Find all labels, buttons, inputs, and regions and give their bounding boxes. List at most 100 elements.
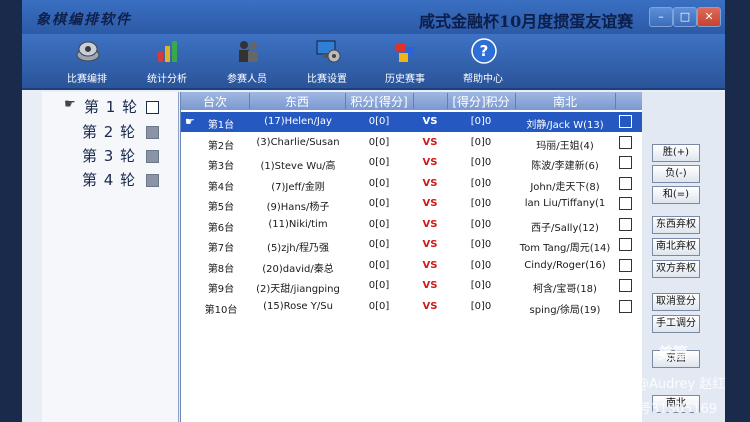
toolbar-label: 比赛设置 bbox=[307, 74, 347, 85]
row-checkbox[interactable] bbox=[619, 258, 632, 272]
window-title: 咸式金融杯10月度掼蛋友谊赛 bbox=[419, 12, 634, 31]
header-east-west: 东西 bbox=[249, 93, 346, 109]
cell-ns-score: [0]0 bbox=[470, 218, 492, 230]
cell-ns-score: [0]0 bbox=[470, 239, 492, 250]
lose-button[interactable]: 负(-) bbox=[652, 165, 700, 183]
cell-ns-score: [0]0 bbox=[470, 198, 492, 209]
cell-vs: VS bbox=[422, 218, 438, 230]
round-indicator bbox=[146, 101, 159, 114]
cell-ew-score: 0[0] bbox=[368, 136, 390, 148]
win-button[interactable]: 胜(+) bbox=[652, 144, 700, 162]
row-checkbox[interactable] bbox=[619, 238, 632, 251]
row-checkbox[interactable] bbox=[619, 197, 632, 210]
toolbar-item-participants[interactable]: 参赛人员 bbox=[212, 36, 282, 86]
cell-table-no: 第7台 bbox=[207, 243, 235, 254]
cell-vs: VS bbox=[422, 157, 438, 168]
cell-north-south: John/走天下(8) bbox=[530, 181, 600, 193]
title-bar: 象棋编排软件 咸式金融杯10月度掼蛋友谊赛 – □ ✕ bbox=[22, 0, 725, 34]
cell-north-south: 西子/Sally(12) bbox=[531, 222, 599, 234]
cell-ns-score: [0]0 bbox=[470, 116, 492, 127]
cell-table-no: 第1台 bbox=[207, 120, 235, 131]
cell-east-west: (5)zjh/程乃强 bbox=[267, 243, 329, 254]
toolbar-label: 比赛编排 bbox=[67, 74, 107, 85]
manual-adjust-button[interactable]: 手工调分 bbox=[652, 315, 700, 333]
toolbar-item-history[interactable]: 历史赛事 bbox=[370, 36, 440, 86]
row-checkbox[interactable] bbox=[619, 217, 632, 231]
cell-table-no: 第3台 bbox=[207, 161, 235, 172]
cell-ew-score: 0[0] bbox=[368, 116, 390, 127]
table-row[interactable]: 第9台 (2)天甜/jiangping 0[0] VS [0]0 柯含/宝哥(18) bbox=[181, 276, 643, 296]
row-checkbox[interactable] bbox=[619, 279, 632, 292]
schedule-icon bbox=[76, 41, 100, 62]
table-row[interactable]: 第3台 (1)Steve Wu/高 0[0] VS [0]0 陈波/李建新(6) bbox=[181, 153, 643, 173]
east-west-forfeit-button[interactable]: 东西弃权 bbox=[652, 216, 700, 234]
cell-ns-score: [0]0 bbox=[470, 259, 492, 271]
svg-text:?: ? bbox=[480, 42, 489, 60]
draw-button[interactable]: 和(=) bbox=[652, 186, 700, 204]
row-checkbox[interactable] bbox=[619, 299, 632, 313]
round-item-3[interactable]: 第 3 轮 bbox=[42, 143, 178, 167]
toolbar-label: 参赛人员 bbox=[227, 74, 267, 85]
cell-vs: VS bbox=[422, 239, 438, 250]
cell-north-south: Tom Tang/周元(14) bbox=[519, 243, 611, 254]
cell-vs: VS bbox=[422, 280, 438, 291]
cell-ew-score: 0[0] bbox=[368, 259, 390, 271]
toolbar-item-statistics[interactable]: 统计分析 bbox=[132, 36, 202, 86]
app-logo: 象棋编排软件 bbox=[36, 12, 132, 28]
table-row[interactable]: 第7台 (5)zjh/程乃强 0[0] VS [0]0 Tom Tang/周元(14) bbox=[181, 235, 643, 255]
round-indicator bbox=[146, 150, 159, 163]
match-table: 台次 东西 积分[得分] [得分]积分 南北 ☛ 第1台 (17)Helen/Jay… bbox=[180, 92, 643, 422]
both-forfeit-button[interactable]: 双方弃权 bbox=[652, 260, 700, 278]
toolbar-item-settings[interactable]: 比赛设置 bbox=[292, 36, 362, 86]
settings-icon bbox=[316, 40, 341, 63]
app-window: 象棋编排软件 咸式金融杯10月度掼蛋友谊赛 – □ ✕ 比赛编排 统计分析 参赛… bbox=[22, 0, 725, 422]
cell-east-west: (2)天甜/jiangping bbox=[256, 284, 340, 295]
table-row[interactable]: 第8台 (20)david/秦总 0[0] VS [0]0 Cindy/Roger(16) bbox=[181, 256, 643, 276]
row-checkbox[interactable] bbox=[619, 176, 632, 190]
header-check bbox=[615, 93, 643, 109]
toolbar-item-schedule[interactable]: 比赛编排 bbox=[52, 36, 122, 86]
close-button[interactable]: ✕ bbox=[697, 7, 721, 27]
cell-vs: VS bbox=[422, 177, 438, 189]
watermark-id: 美篇号31305169 bbox=[612, 402, 718, 417]
toolbar-item-help[interactable]: ? 帮助中心 bbox=[448, 36, 518, 86]
round-indicator bbox=[146, 126, 159, 139]
toolbar-label: 帮助中心 bbox=[463, 74, 503, 85]
cell-north-south: 刘静/Jack W(13) bbox=[526, 120, 604, 131]
minimize-button[interactable]: – bbox=[649, 7, 673, 27]
history-icon bbox=[396, 43, 414, 62]
maximize-button[interactable]: □ bbox=[673, 7, 697, 27]
north-south-forfeit-button[interactable]: 南北弃权 bbox=[652, 238, 700, 256]
round-item-2[interactable]: 第 2 轮 bbox=[42, 119, 178, 143]
cell-vs: VS bbox=[422, 300, 438, 312]
cell-east-west: (11)Niki/tim bbox=[268, 218, 328, 230]
table-row[interactable]: 第6台 (11)Niki/tim 0[0] VS [0]0 西子/Sally(12) bbox=[181, 215, 643, 235]
cell-north-south: 陈波/李建新(6) bbox=[531, 161, 599, 172]
row-checkbox[interactable] bbox=[619, 135, 632, 149]
cancel-score-button[interactable]: 取消登分 bbox=[652, 293, 700, 311]
cell-vs: VS bbox=[422, 259, 438, 271]
table-row[interactable]: 第4台 (7)Jeff/金刚 0[0] VS [0]0 John/走天下(8) bbox=[181, 174, 643, 194]
cell-ew-score: 0[0] bbox=[368, 177, 390, 189]
table-row[interactable]: 第2台 (3)Charlie/Susan 0[0] VS [0]0 玛丽/王姐(4) bbox=[181, 133, 643, 153]
round-label: 第 2 轮 bbox=[82, 123, 137, 141]
cell-north-south: 柯含/宝哥(18) bbox=[533, 284, 597, 295]
table-row[interactable]: 第10台 (15)Rose Y/Su 0[0] VS [0]0 sping/徐局(19) bbox=[181, 297, 643, 317]
cell-ew-score: 0[0] bbox=[368, 300, 390, 312]
cell-vs: VS bbox=[422, 136, 438, 148]
round-label: 第 4 轮 bbox=[82, 171, 137, 189]
round-item-1[interactable]: ☛ 第 1 轮 bbox=[42, 94, 178, 118]
cell-ns-score: [0]0 bbox=[470, 280, 492, 291]
table-row[interactable]: ☛ 第1台 (17)Helen/Jay 0[0] VS [0]0 刘静/Jack W(13) bbox=[181, 112, 643, 132]
cell-east-west: (1)Steve Wu/高 bbox=[260, 161, 336, 172]
cell-table-no: 第4台 bbox=[207, 181, 235, 193]
round-item-4[interactable]: 第 4 轮 bbox=[42, 167, 178, 191]
chart-icon bbox=[158, 41, 177, 62]
table-row[interactable]: 第5台 (9)Hans/杨子 0[0] VS [0]0 lan Liu/Tiffany(1 bbox=[181, 194, 643, 214]
round-label: 第 1 轮 bbox=[84, 98, 139, 116]
toolbar-label: 统计分析 bbox=[147, 74, 187, 85]
cell-vs: VS bbox=[422, 116, 438, 127]
row-checkbox[interactable] bbox=[619, 115, 632, 128]
row-checkbox[interactable] bbox=[619, 156, 632, 169]
cell-table-no: 第8台 bbox=[207, 263, 235, 275]
